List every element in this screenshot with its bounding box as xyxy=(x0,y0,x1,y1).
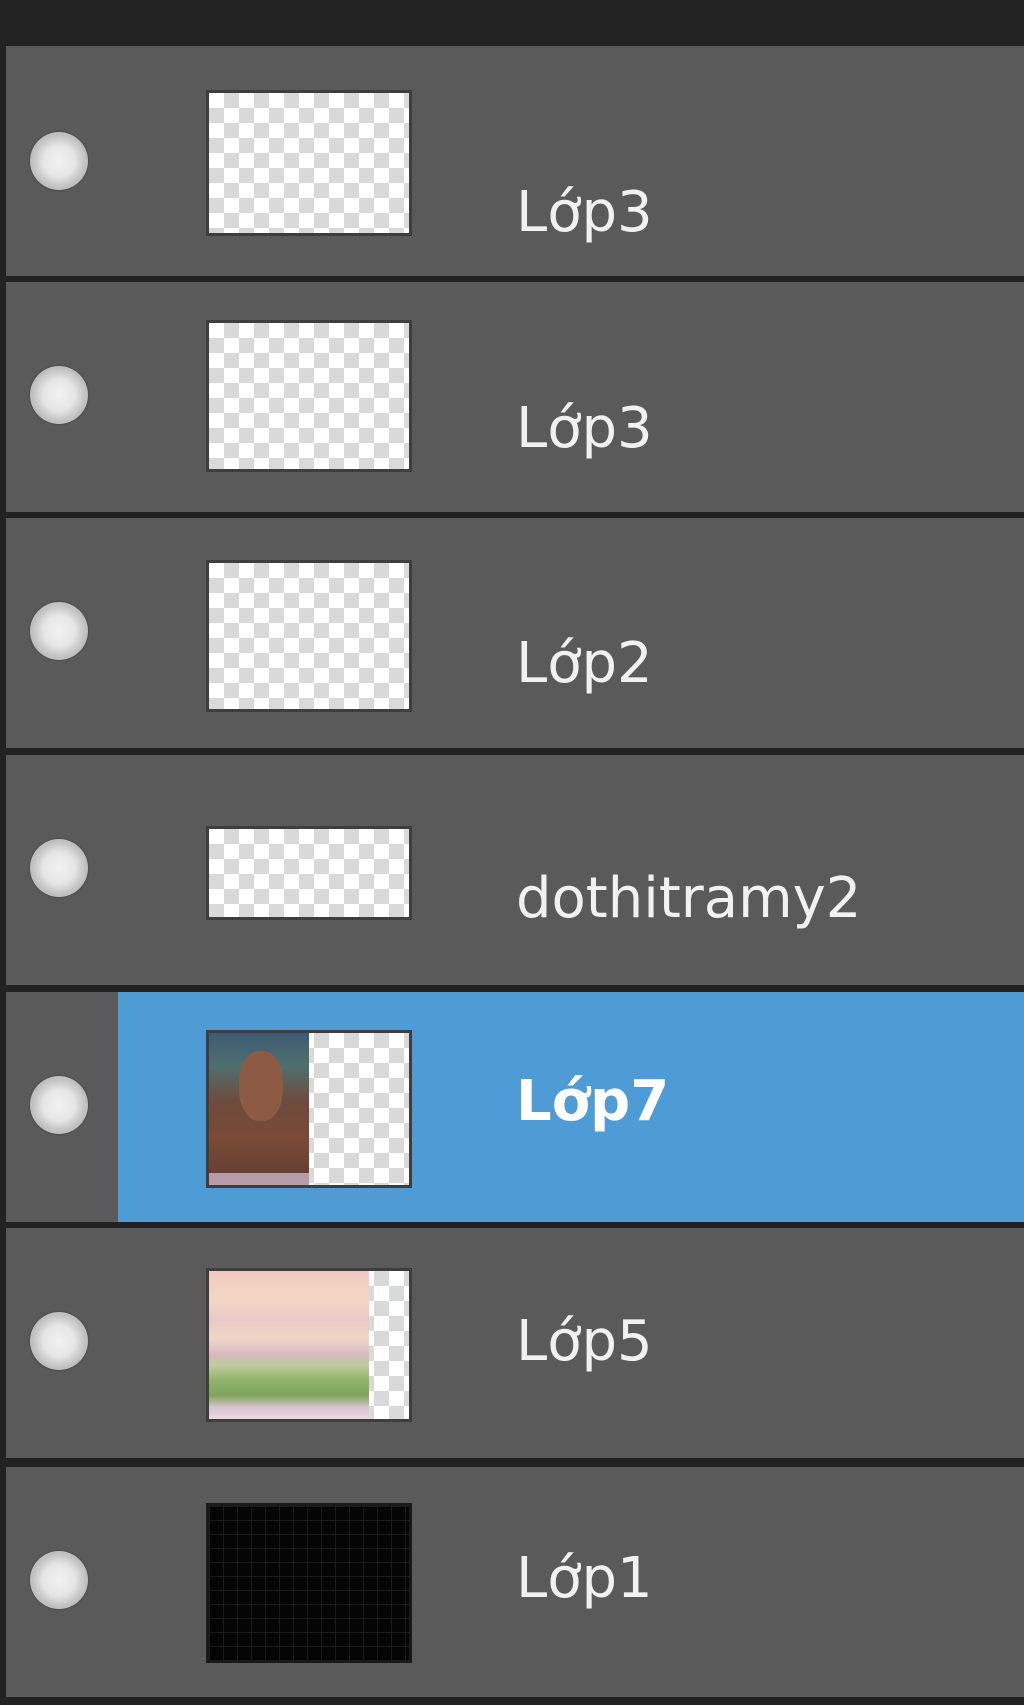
layer-name: Lớp2 xyxy=(516,631,653,696)
layer-name: Lớp1 xyxy=(516,1546,653,1611)
photo-thumbnail-image xyxy=(209,1033,309,1185)
layer-row[interactable]: Lớp1 xyxy=(6,1467,1024,1697)
layer-thumbnail xyxy=(206,1030,412,1188)
layer-thumbnail xyxy=(206,320,412,472)
visibility-toggle-icon[interactable] xyxy=(30,1076,88,1134)
layer-name: Lớp3 xyxy=(516,396,653,461)
layer-thumbnail xyxy=(206,90,412,236)
visibility-toggle-icon[interactable] xyxy=(30,839,88,897)
layer-row[interactable]: dothitramy2 xyxy=(6,755,1024,985)
landscape-thumbnail-image xyxy=(209,1271,369,1419)
layer-thumbnail xyxy=(206,826,412,920)
layer-name: dothitramy2 xyxy=(516,866,862,931)
visibility-toggle-icon[interactable] xyxy=(30,1551,88,1609)
visibility-toggle-icon[interactable] xyxy=(30,602,88,660)
layer-name: Lớp3 xyxy=(516,180,653,245)
visibility-toggle-icon[interactable] xyxy=(30,132,88,190)
visibility-toggle-icon[interactable] xyxy=(30,1312,88,1370)
layer-row[interactable]: Lớp3 xyxy=(6,46,1024,276)
layer-thumbnail xyxy=(206,1268,412,1422)
layer-row[interactable]: Lớp5 xyxy=(6,1228,1024,1458)
layer-name: Lớp5 xyxy=(516,1309,653,1374)
panel-header-bar xyxy=(0,0,1024,44)
photo-bottom-strip xyxy=(209,1173,309,1185)
layer-row[interactable]: Lớp2 xyxy=(6,518,1024,748)
layer-thumbnail xyxy=(206,560,412,712)
layers-panel: Lớp3 Lớp3 Lớp2 dothitramy2 Lớp7 Lớp5 Lớp… xyxy=(0,0,1024,1705)
layer-row[interactable]: Lớp3 xyxy=(6,282,1024,512)
layer-thumbnail xyxy=(206,1503,412,1663)
layer-name: Lớp7 xyxy=(516,1069,670,1134)
visibility-toggle-icon[interactable] xyxy=(30,366,88,424)
portrait-figure xyxy=(239,1051,283,1121)
layer-row-selected[interactable]: Lớp7 xyxy=(6,992,1024,1222)
